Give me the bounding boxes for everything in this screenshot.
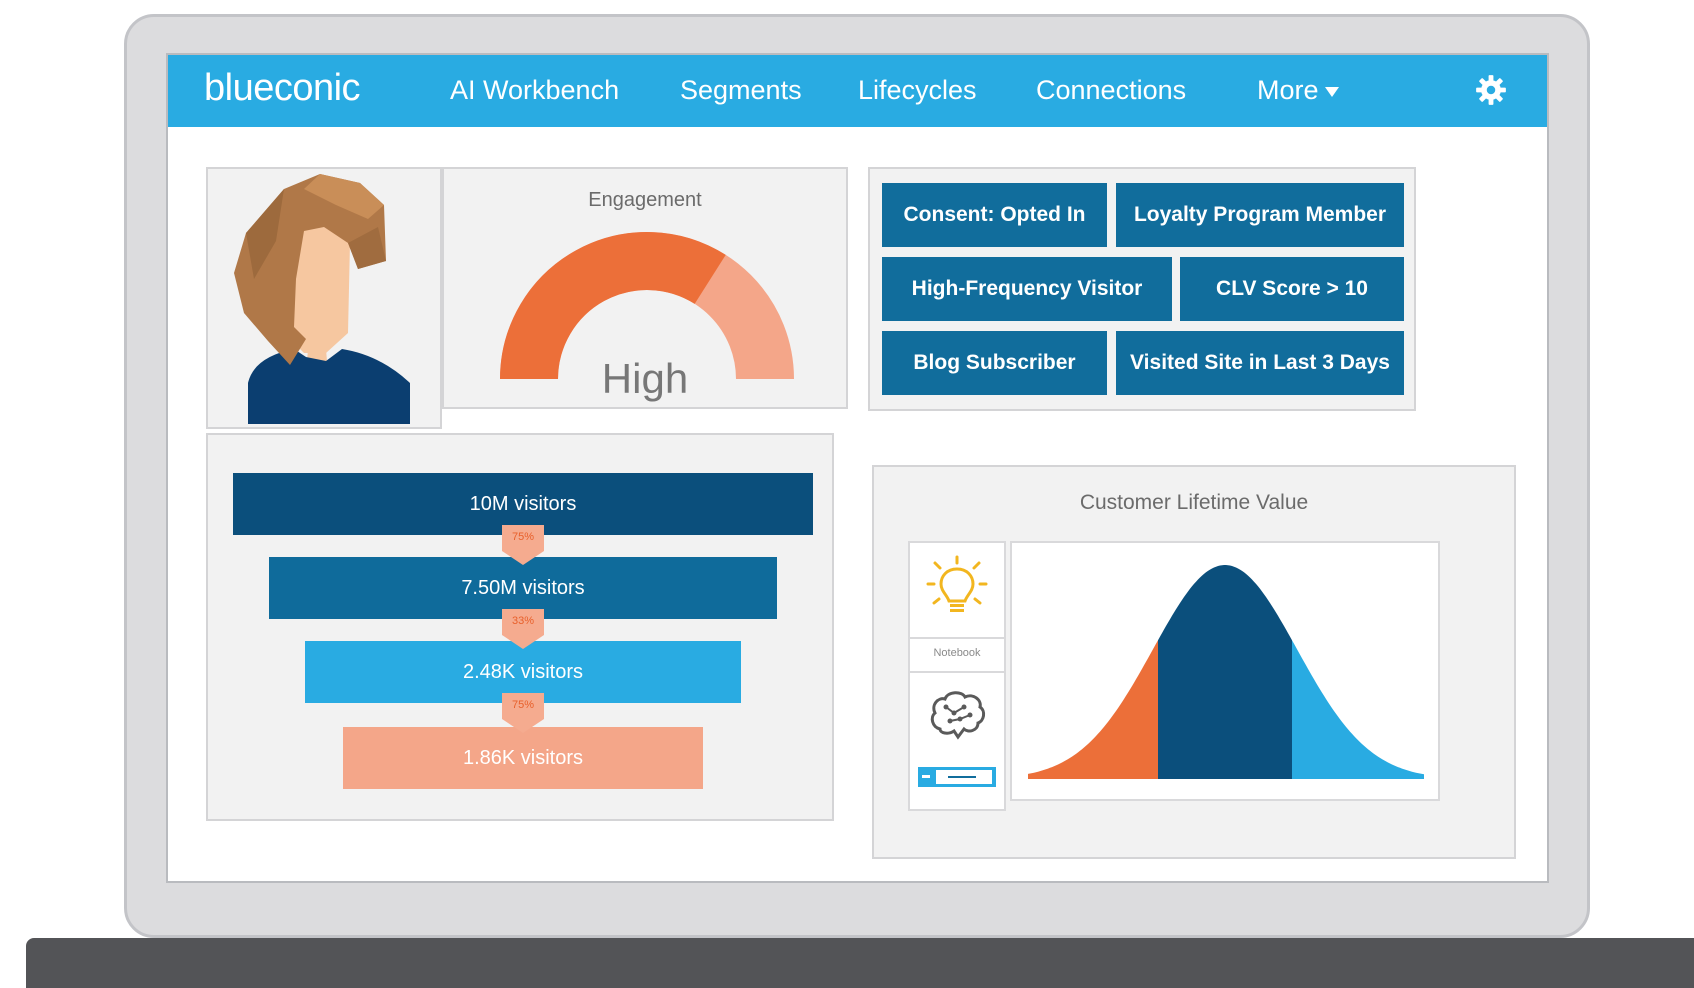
clv-segment-mid — [1158, 565, 1292, 779]
engagement-level: High — [601, 355, 689, 402]
nav-item-connections[interactable]: Connections — [1036, 75, 1186, 106]
app-screen: blueconic AI Workbench Segments Lifecycl… — [166, 53, 1549, 883]
tag-loyalty-program-member[interactable]: Loyalty Program Member — [1116, 183, 1404, 247]
clv-title: Customer Lifetime Value — [1079, 491, 1309, 514]
chevron-down-icon — [1324, 86, 1339, 97]
gear-icon[interactable] — [1474, 73, 1508, 107]
segment-tags-card: Consent: Opted In Loyalty Program Member… — [868, 167, 1416, 411]
lightbulb-icon — [926, 555, 988, 612]
tag-clv-score[interactable]: CLV Score > 10 — [1180, 257, 1404, 321]
code-cell-icon — [918, 767, 996, 787]
nav-item-more-label: More — [1257, 75, 1319, 105]
laptop-base — [26, 938, 1694, 988]
clv-distribution-curve — [1028, 565, 1424, 779]
model-tile[interactable] — [908, 671, 1006, 811]
tag-consent-opted-in[interactable]: Consent: Opted In — [882, 183, 1107, 247]
clv-segment-high — [1292, 640, 1424, 779]
brain-icon — [930, 691, 986, 740]
lightbulb-tile[interactable] — [908, 541, 1006, 639]
notebook-label: Notebook — [933, 647, 981, 659]
nav-item-lifecycles[interactable]: Lifecycles — [858, 75, 977, 106]
customer-lifetime-value-card: Customer Lifetime Value Notebook — [872, 465, 1516, 859]
top-nav-bar: blueconic AI Workbench Segments Lifecycl… — [168, 55, 1547, 127]
tag-visited-site-last-3-days[interactable]: Visited Site in Last 3 Days — [1116, 331, 1404, 395]
tag-high-frequency-visitor[interactable]: High-Frequency Visitor — [882, 257, 1172, 321]
nav-item-ai-workbench[interactable]: AI Workbench — [450, 75, 619, 106]
avatar — [234, 174, 410, 424]
tag-blog-subscriber[interactable]: Blog Subscriber — [882, 331, 1107, 395]
visitor-funnel-card: 10M visitors 7.50M visitors 2.48K visito… — [206, 433, 834, 821]
brand-logo[interactable]: blueconic — [204, 67, 361, 110]
notebook-tile[interactable]: Notebook — [908, 637, 1006, 673]
nav-item-segments[interactable]: Segments — [680, 75, 802, 106]
clv-distribution-chart — [1010, 541, 1440, 801]
nav-item-more[interactable]: More — [1257, 75, 1339, 106]
profile-avatar-card — [206, 167, 442, 429]
engagement-card: Engagement High — [442, 167, 848, 409]
funnel-stage: 1.86K visitors — [343, 727, 703, 789]
clv-segment-low — [1028, 640, 1158, 779]
